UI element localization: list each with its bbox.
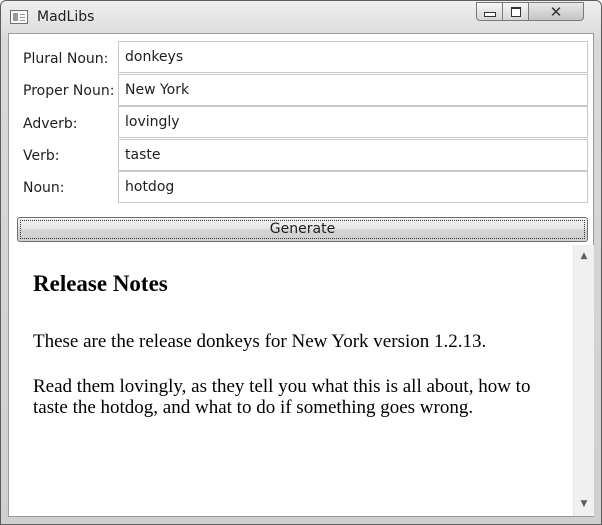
window-title: MadLibs (37, 9, 95, 25)
madlibs-window: MadLibs ✕ Plural Noun: Proper Noun: Adve… (0, 0, 602, 525)
verb-label: Verb: (23, 148, 60, 164)
scroll-down-icon[interactable]: ▼ (574, 499, 594, 509)
app-icon[interactable] (10, 10, 28, 24)
close-icon: ✕ (549, 2, 563, 21)
generate-button[interactable]: Generate (17, 217, 588, 242)
caption-buttons: ✕ (476, 2, 584, 21)
document-paragraph-2: Read them lovingly, as they tell you wha… (33, 376, 531, 418)
plural-noun-input[interactable] (118, 41, 588, 73)
plural-noun-label: Plural Noun: (23, 51, 109, 67)
noun-input[interactable] (118, 171, 588, 203)
verb-input[interactable] (118, 139, 588, 171)
close-button[interactable]: ✕ (529, 2, 584, 21)
document-heading: Release Notes (33, 271, 168, 296)
adverb-input[interactable] (118, 106, 588, 138)
adverb-label: Adverb: (23, 116, 78, 132)
scroll-up-icon[interactable]: ▲ (574, 251, 594, 261)
proper-noun-label: Proper Noun: (23, 83, 115, 99)
document-viewer[interactable]: Release Notes These are the release donk… (9, 245, 573, 516)
document-scrollbar[interactable]: ▲ ▼ (573, 245, 594, 516)
title-bar[interactable]: MadLibs ✕ (1, 1, 601, 33)
maximize-icon (510, 6, 521, 17)
minimize-icon (483, 12, 496, 17)
maximize-button[interactable] (503, 2, 529, 21)
noun-label: Noun: (23, 180, 65, 196)
minimize-button[interactable] (476, 2, 503, 21)
proper-noun-input[interactable] (118, 74, 588, 106)
client-area: Plural Noun: Proper Noun: Adverb: Verb: … (8, 33, 594, 517)
document-paragraph-1: These are the release donkeys for New Yo… (33, 331, 487, 352)
